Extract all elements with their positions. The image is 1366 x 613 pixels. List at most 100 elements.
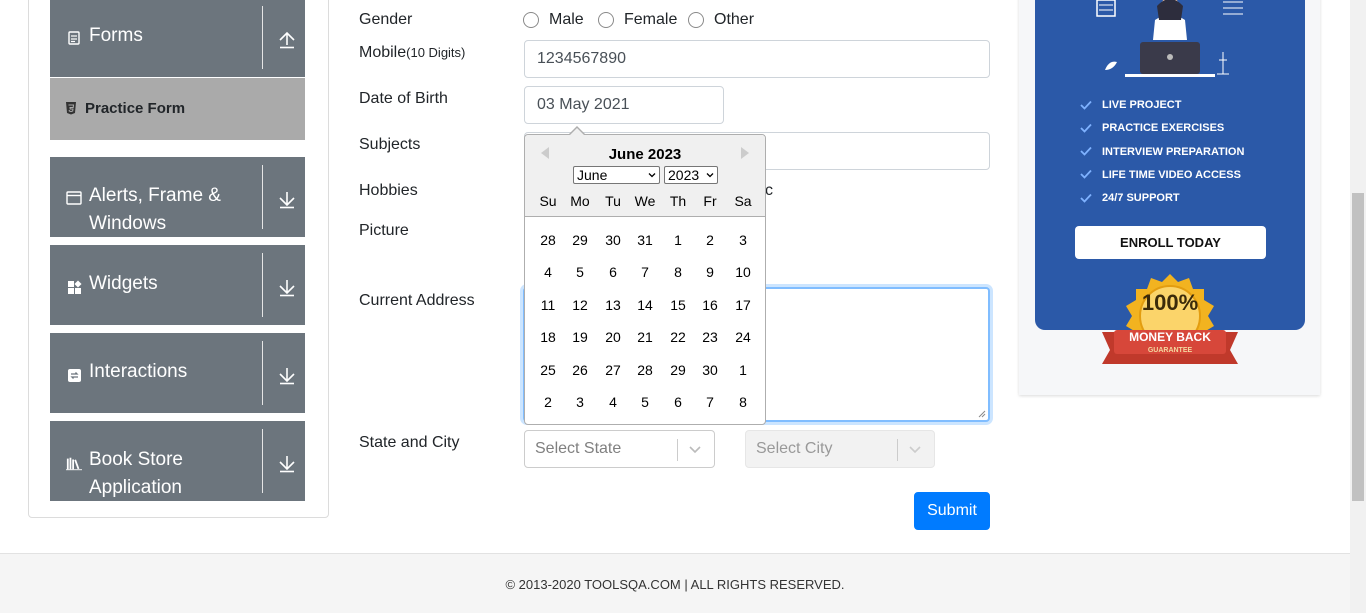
scrollbar-thumb[interactable] bbox=[1352, 193, 1364, 501]
calendar-day[interactable]: 16 bbox=[694, 297, 726, 313]
calendar-day[interactable]: 11 bbox=[532, 297, 564, 313]
chevron-down-icon[interactable] bbox=[908, 442, 922, 456]
ad-feature: LIVE PROJECT bbox=[1102, 99, 1182, 111]
calendar-day[interactable]: 5 bbox=[629, 394, 661, 410]
calendar-day[interactable]: 20 bbox=[597, 329, 629, 345]
day-name: We bbox=[634, 193, 656, 209]
calendar-day[interactable]: 10 bbox=[727, 264, 759, 280]
address-label: Current Address bbox=[359, 292, 475, 309]
calendar-day[interactable]: 2 bbox=[532, 394, 564, 410]
arrow-up-icon[interactable] bbox=[278, 31, 296, 49]
calendar-day[interactable]: 17 bbox=[727, 297, 759, 313]
calendar-day[interactable]: 23 bbox=[694, 329, 726, 345]
sidebar-group-forms[interactable]: Forms bbox=[50, 0, 305, 77]
calendar-day[interactable]: 14 bbox=[629, 297, 661, 313]
badge-ribbon-text: MONEY BACK bbox=[1129, 330, 1211, 344]
calendar-day[interactable]: 9 bbox=[694, 264, 726, 280]
arrow-down-icon[interactable] bbox=[278, 191, 296, 209]
ad-feature: INTERVIEW PREPARATION bbox=[1102, 146, 1245, 158]
mobile-value: 1234567890 bbox=[537, 50, 626, 67]
submit-button[interactable]: Submit bbox=[914, 492, 990, 530]
calendar-day[interactable]: 28 bbox=[629, 362, 661, 378]
month-select-value: June bbox=[577, 167, 608, 183]
interactions-icon bbox=[66, 367, 82, 383]
state-placeholder: Select State bbox=[535, 440, 622, 457]
calendar-day[interactable]: 25 bbox=[532, 362, 564, 378]
arrow-down-icon[interactable] bbox=[278, 367, 296, 385]
calendar-day[interactable]: 6 bbox=[597, 264, 629, 280]
radio-circle[interactable] bbox=[598, 12, 614, 28]
calendar-day[interactable]: 29 bbox=[662, 362, 694, 378]
arrow-down-icon[interactable] bbox=[278, 455, 296, 473]
city-select[interactable]: Select City bbox=[745, 430, 935, 468]
mobile-label-text: Mobile bbox=[359, 44, 407, 61]
calendar-day[interactable]: 31 bbox=[629, 232, 661, 248]
calendar-day[interactable]: 22 bbox=[662, 329, 694, 345]
enroll-today-button[interactable]: ENROLL TODAY bbox=[1075, 226, 1266, 259]
month-select[interactable]: June bbox=[573, 166, 660, 184]
calendar-day[interactable]: 8 bbox=[727, 394, 759, 410]
badge-small-text: GUARANTEE bbox=[1147, 347, 1193, 354]
calendar-day[interactable]: 26 bbox=[564, 362, 596, 378]
calendar-day[interactable]: 4 bbox=[532, 264, 564, 280]
calendar-day[interactable]: 18 bbox=[532, 329, 564, 345]
calendar-day[interactable]: 13 bbox=[597, 297, 629, 313]
calendar-day[interactable]: 7 bbox=[629, 264, 661, 280]
gender-radio-male[interactable]: Male bbox=[523, 11, 584, 29]
calendar-day[interactable]: 3 bbox=[564, 394, 596, 410]
calendar-day[interactable]: 12 bbox=[564, 297, 596, 313]
arrow-down-icon[interactable] bbox=[278, 279, 296, 297]
calendar-day[interactable]: 6 bbox=[662, 394, 694, 410]
radio-circle[interactable] bbox=[523, 12, 539, 28]
chevron-down-icon[interactable] bbox=[688, 442, 702, 456]
sidebar-item-label: Practice Form bbox=[85, 100, 186, 117]
calendar-day[interactable]: 29 bbox=[564, 232, 596, 248]
datepicker: June 2023 June 2023 Su Mo Tu We Th Fr Sa… bbox=[524, 134, 766, 425]
radio-label: Other bbox=[714, 11, 755, 28]
calendar-day[interactable]: 2 bbox=[694, 232, 726, 248]
sidebar-group-label-line2: Application bbox=[89, 477, 182, 498]
mobile-input[interactable]: 1234567890 bbox=[524, 40, 990, 78]
sidebar-group-interactions[interactable]: Interactions bbox=[50, 333, 305, 413]
subjects-label: Subjects bbox=[359, 136, 421, 153]
calendar-day[interactable]: 3 bbox=[727, 232, 759, 248]
sidebar-group-book-store[interactable]: Book Store Application bbox=[50, 421, 305, 501]
calendar-day[interactable]: 7 bbox=[694, 394, 726, 410]
next-month-icon[interactable] bbox=[741, 147, 749, 159]
day-name: Fr bbox=[703, 193, 717, 209]
calendar-day[interactable]: 5 bbox=[564, 264, 596, 280]
calendar-day[interactable]: 1 bbox=[727, 362, 759, 378]
calendar-day[interactable]: 28 bbox=[532, 232, 564, 248]
calendar-day[interactable]: 19 bbox=[564, 329, 596, 345]
datepicker-header: June 2023 June 2023 Su Mo Tu We Th Fr Sa bbox=[525, 135, 765, 217]
dob-input[interactable]: 03 May 2021 bbox=[524, 86, 724, 124]
document-icon bbox=[66, 30, 82, 46]
sidebar-group-alerts[interactable]: Alerts, Frame & Windows bbox=[50, 157, 305, 237]
sidebar-group-label: Interactions bbox=[89, 361, 188, 382]
calendar-day[interactable]: 27 bbox=[597, 362, 629, 378]
sidebar-group-widgets[interactable]: Widgets bbox=[50, 245, 305, 325]
calendar-day[interactable]: 1 bbox=[662, 232, 694, 248]
radio-circle[interactable] bbox=[688, 12, 704, 28]
mobile-hint: (10 Digits) bbox=[406, 45, 466, 60]
calendar-day[interactable]: 30 bbox=[597, 232, 629, 248]
select-separator bbox=[677, 439, 678, 461]
state-select[interactable]: Select State bbox=[524, 430, 715, 468]
calendar-day[interactable]: 30 bbox=[694, 362, 726, 378]
footer-copyright: © 2013-2020 TOOLSQA.COM | ALL RIGHTS RES… bbox=[505, 577, 845, 592]
dob-value: 03 May 2021 bbox=[537, 96, 630, 113]
ad-feature: LIFE TIME VIDEO ACCESS bbox=[1102, 169, 1241, 181]
calendar-day[interactable]: 24 bbox=[727, 329, 759, 345]
calendar-day[interactable]: 4 bbox=[597, 394, 629, 410]
gender-radio-female[interactable]: Female bbox=[598, 11, 677, 29]
calendar-day[interactable]: 21 bbox=[629, 329, 661, 345]
year-select[interactable]: 2023 bbox=[664, 166, 718, 184]
sidebar-item-practice-form[interactable]: Practice Form bbox=[50, 78, 305, 140]
page: Forms Practice Form Alerts, Frame & Wind… bbox=[0, 0, 1366, 613]
chevron-down-icon bbox=[648, 173, 656, 178]
gender-radio-other[interactable]: Other bbox=[688, 11, 754, 29]
day-name: Tu bbox=[605, 193, 621, 209]
calendar-day[interactable]: 15 bbox=[662, 297, 694, 313]
calendar-day[interactable]: 8 bbox=[662, 264, 694, 280]
resize-handle-icon[interactable] bbox=[978, 410, 986, 418]
